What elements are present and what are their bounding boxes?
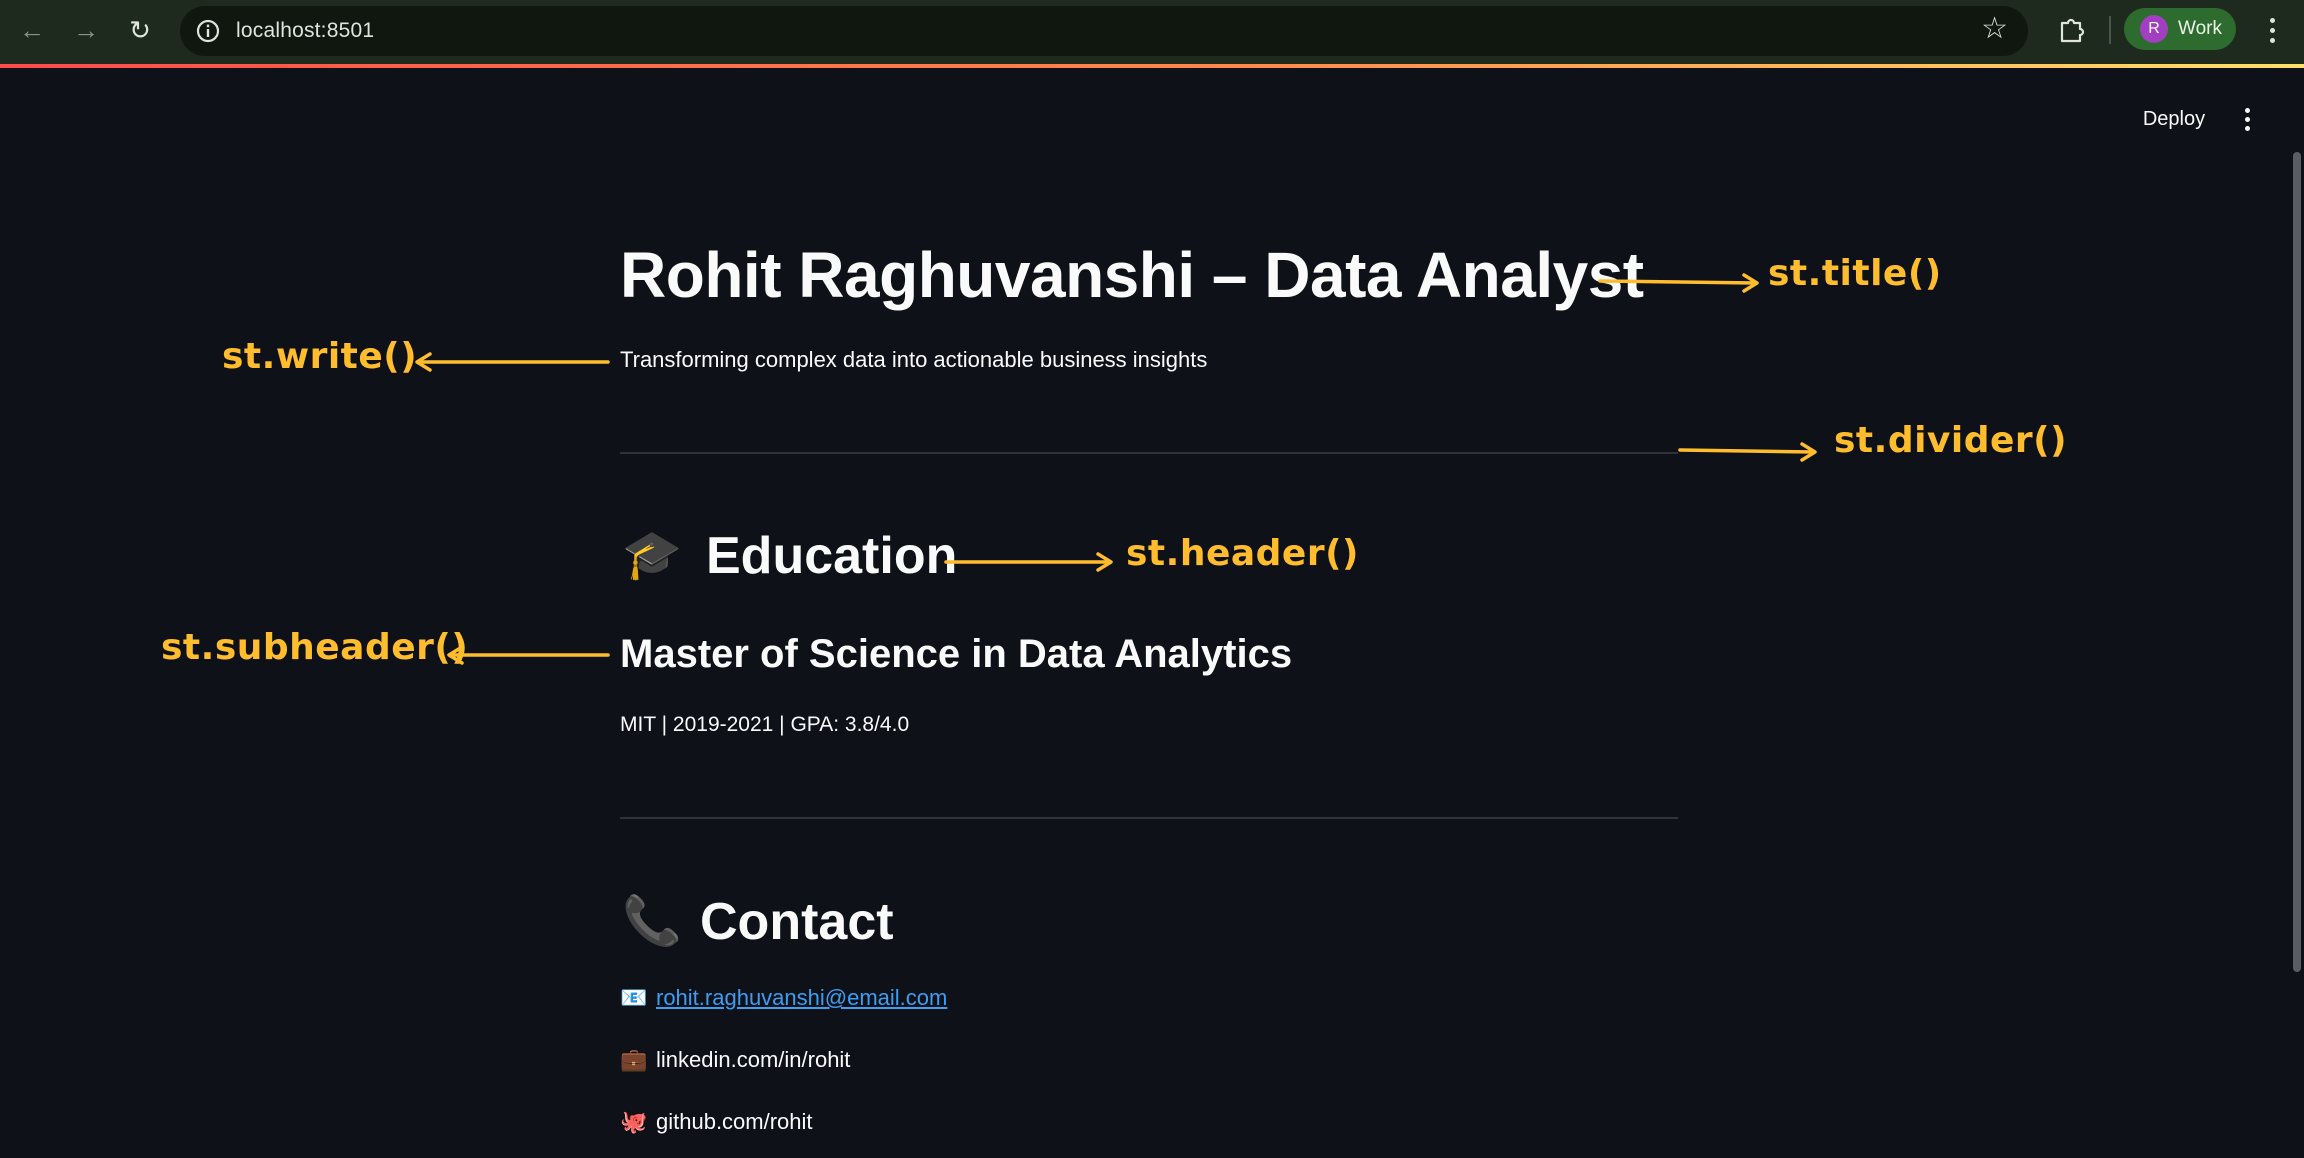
avatar: R — [2140, 15, 2168, 43]
email-link[interactable]: rohit.raghuvanshi@email.com — [656, 985, 947, 1011]
page-title: Rohit Raghuvanshi – Data Analyst — [620, 239, 1644, 311]
back-arrow-icon[interactable]: ← — [14, 12, 50, 48]
toolbar-separator — [2109, 16, 2111, 44]
envelope-icon: 📧 — [620, 985, 648, 1010]
octopus-icon: 🐙 — [620, 1109, 648, 1134]
subtitle-text: Transforming complex data into actionabl… — [620, 347, 1208, 372]
deploy-button[interactable]: Deploy — [2126, 100, 2222, 138]
education-header-text: Education — [706, 527, 958, 585]
browser-menu-kebab-icon[interactable] — [2256, 14, 2288, 46]
profile-button[interactable]: R Work — [2124, 8, 2236, 50]
divider — [620, 452, 1678, 454]
annotation-subheader: st.subheader() — [161, 627, 469, 668]
education-header: 🎓 Education — [620, 526, 957, 586]
main-content: Rohit Raghuvanshi – Data Analyst Transfo… — [620, 0, 1678, 1158]
arrow-head — [1800, 442, 1817, 462]
education-details: MIT | 2019-2021 | GPA: 3.8/4.0 — [620, 713, 910, 736]
url-text[interactable]: localhost:8501 — [236, 19, 374, 43]
arrow-head — [1742, 273, 1759, 293]
contact-linkedin-row: 💼 linkedin.com/in/rohit — [620, 1047, 850, 1073]
linkedin-text: linkedin.com/in/rohit — [656, 1047, 851, 1072]
bookmark-star-icon[interactable]: ☆ — [1981, 14, 2008, 44]
annotation-header: st.header() — [1126, 533, 1359, 574]
telephone-icon: 📞 — [622, 895, 682, 948]
main-menu-kebab-icon[interactable] — [2232, 104, 2262, 134]
extensions-puzzle-icon[interactable] — [2054, 12, 2090, 48]
graduation-cap-icon: 🎓 — [622, 529, 682, 582]
contact-email-row: 📧 rohit.raghuvanshi@email.com — [620, 985, 947, 1011]
contact-github-row: 🐙 github.com/rohit — [620, 1109, 813, 1135]
forward-arrow-icon[interactable]: → — [68, 12, 104, 48]
contact-header: 📞 Contact — [620, 892, 894, 952]
divider — [620, 817, 1678, 819]
annotation-title: st.title() — [1768, 253, 1942, 294]
arrow-line — [1678, 448, 1816, 454]
briefcase-icon: 💼 — [620, 1047, 648, 1072]
contact-header-text: Contact — [700, 893, 894, 951]
site-info-icon[interactable] — [194, 17, 222, 45]
annotation-write: st.write() — [222, 336, 418, 377]
scrollbar[interactable] — [2293, 152, 2301, 972]
arrow-head — [415, 352, 432, 372]
profile-name: Work — [2178, 18, 2222, 39]
reload-icon[interactable]: ↻ — [122, 12, 158, 48]
annotation-divider: st.divider() — [1834, 420, 2068, 461]
github-text: github.com/rohit — [656, 1109, 813, 1134]
degree-subheader: Master of Science in Data Analytics — [620, 632, 1293, 676]
